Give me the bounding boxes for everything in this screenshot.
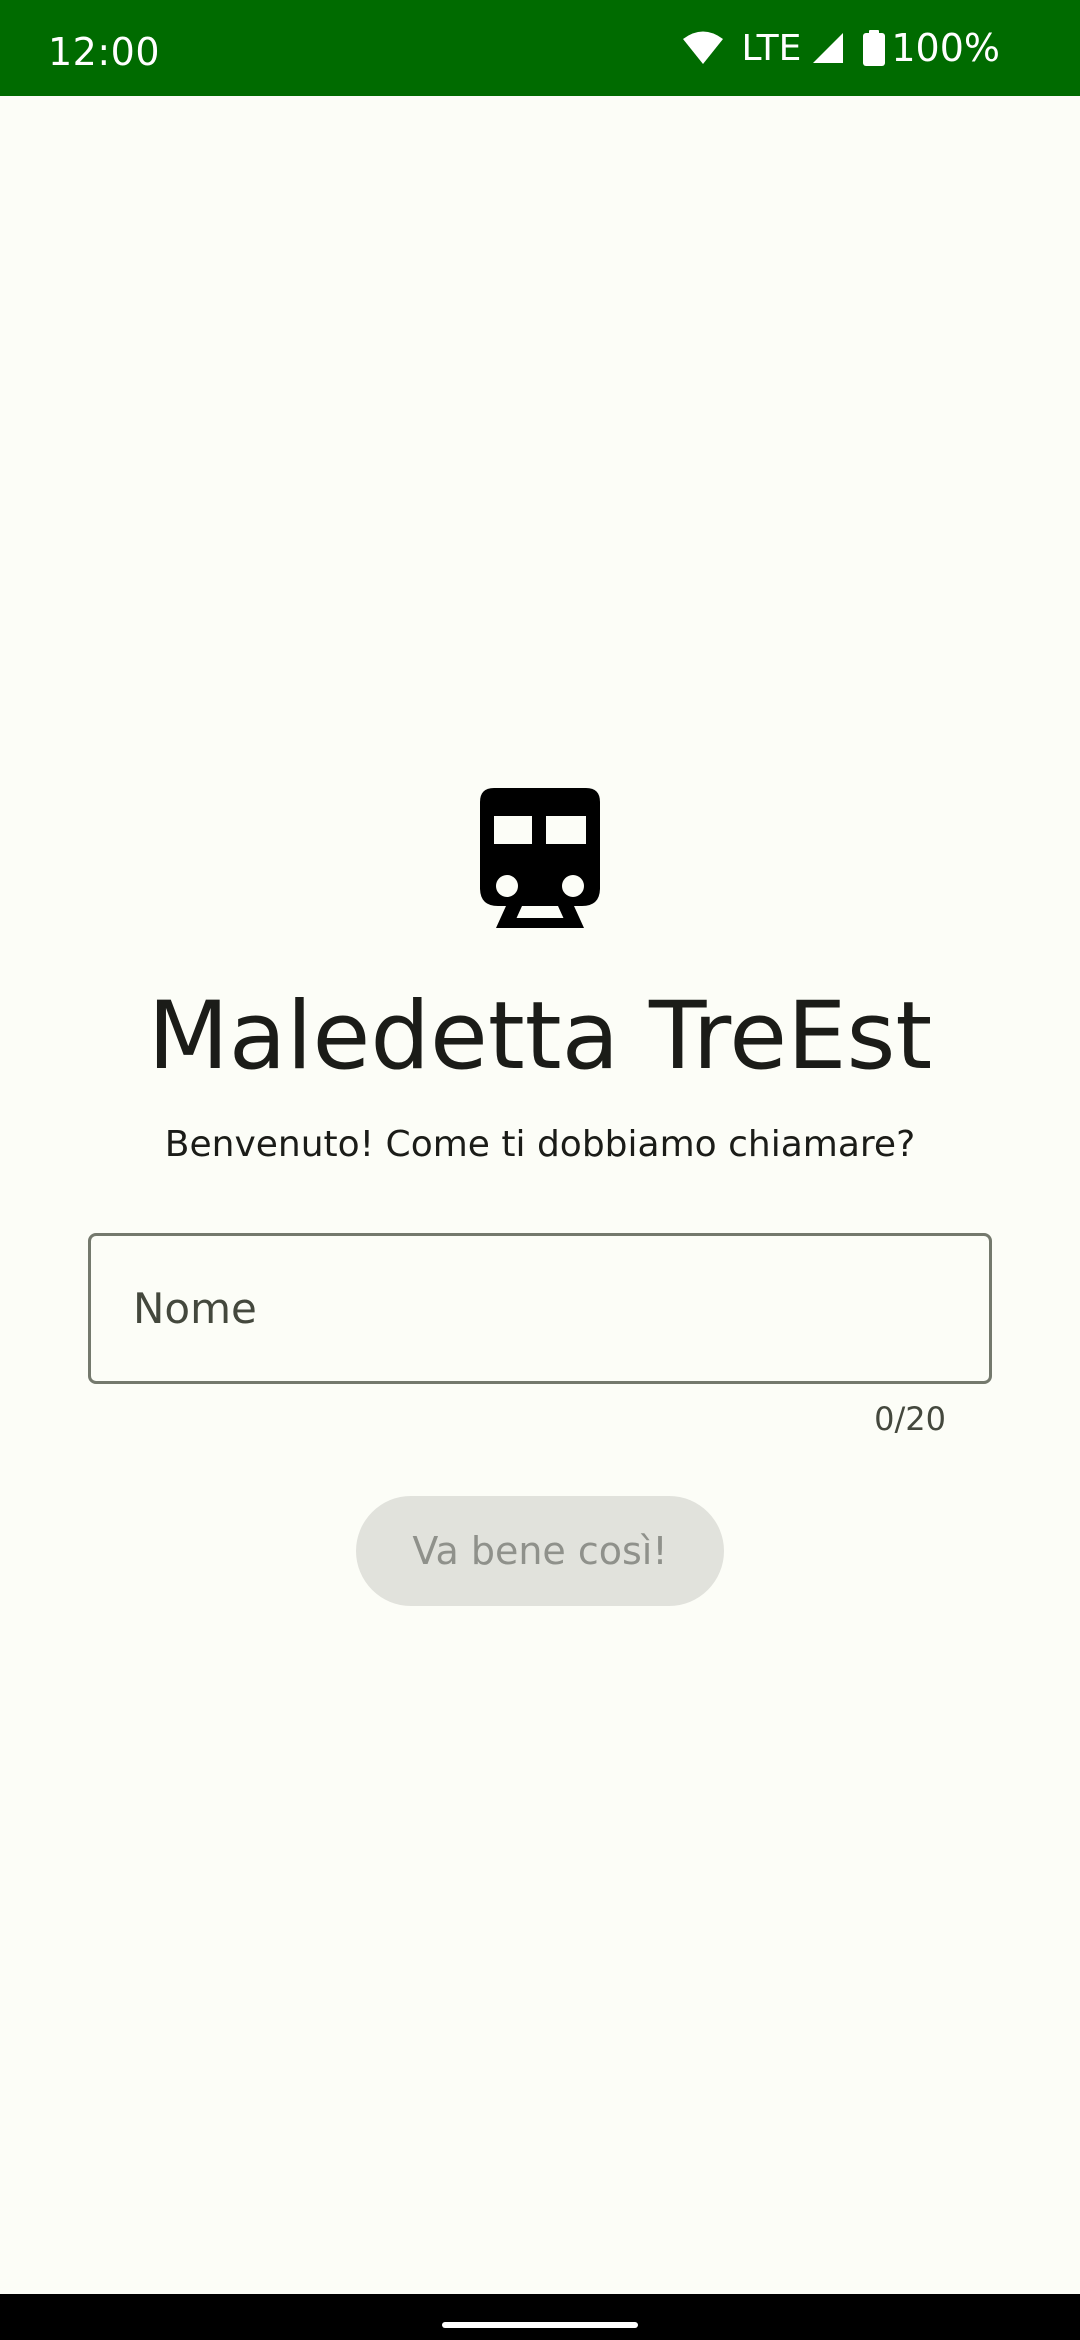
battery-percentage: 100% <box>891 26 1000 70</box>
name-input[interactable] <box>91 1236 989 1381</box>
welcome-subtitle: Benvenuto! Come ti dobbiamo chiamare? <box>164 1124 916 1165</box>
cell-signal-icon <box>811 31 845 65</box>
network-type-label: LTE <box>741 27 802 69</box>
home-gesture-handle[interactable] <box>442 2322 638 2328</box>
wifi-icon <box>682 30 724 66</box>
battery-icon <box>863 30 886 66</box>
navigation-bar <box>0 2294 1080 2340</box>
character-counter: 0/20 <box>874 1400 946 1438</box>
train-icon <box>480 788 600 928</box>
confirm-button[interactable]: Va bene così! <box>356 1496 724 1606</box>
status-time: 12:00 <box>48 30 161 74</box>
name-field[interactable] <box>88 1233 992 1384</box>
status-icons: LTE 100% <box>682 0 1000 96</box>
status-bar: 12:00 LTE 100% <box>0 0 1080 96</box>
app-title: Maledetta TreEst <box>147 982 933 1091</box>
